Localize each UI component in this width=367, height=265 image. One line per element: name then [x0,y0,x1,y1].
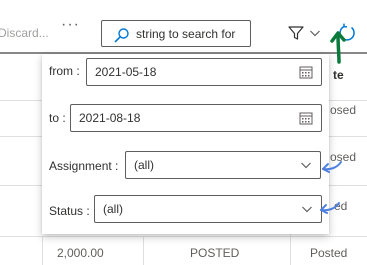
status-select[interactable]: (all) [94,195,322,223]
from-date-field[interactable]: 2021-05-18 [86,58,322,86]
filter-button[interactable] [285,23,329,43]
chevron-down-icon [301,162,311,169]
grid-line [143,236,144,265]
from-date-value: 2021-05-18 [95,65,157,79]
column-header-status: te [333,68,344,82]
assignment-select[interactable]: (all) [125,151,321,179]
filter-icon [288,26,304,40]
annotation-arrow-blue [320,202,340,214]
from-label: from : [49,64,80,78]
status-value: (all) [103,202,123,216]
to-label: to : [49,111,66,125]
filter-panel: from : 2021-05-18 to : 2021-08-18 Assign… [42,54,329,234]
annotation-arrow-green [330,31,346,64]
annotation-arrow-blue [322,161,342,173]
table-cell-amount: 2,000.00 [57,246,104,260]
search-input[interactable] [136,24,248,43]
calendar-icon [299,112,313,125]
table-cell-status: osed [330,103,357,117]
assignment-label: Assignment : [49,159,119,173]
to-date-field[interactable]: 2021-08-18 [70,104,322,132]
status-label: Status : [49,204,90,218]
discard-button[interactable]: Discard... [0,26,49,40]
grid-line [42,236,43,265]
table-cell-status: Posted [310,246,348,260]
more-options-button[interactable]: ··· [61,16,80,34]
toolbar: Discard... ··· [0,0,367,54]
grid-line [0,236,367,237]
calendar-icon [299,66,313,79]
assignment-value: (all) [134,158,154,172]
table-cell-state: POSTED [190,246,240,260]
search-box[interactable] [101,20,251,47]
chevron-down-icon [302,206,312,213]
chevron-down-icon [310,30,320,37]
to-date-value: 2021-08-18 [79,111,141,125]
search-icon [114,28,129,43]
